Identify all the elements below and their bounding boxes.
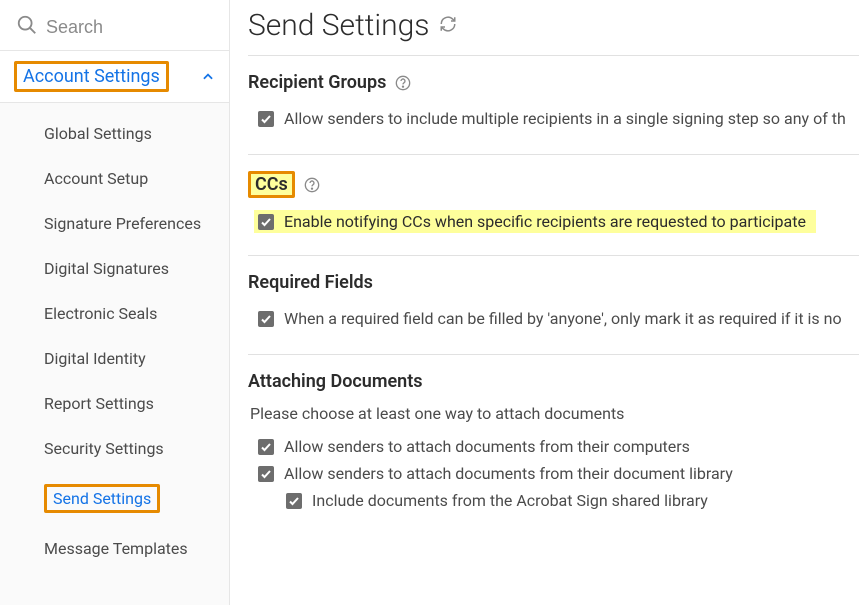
option-label: Allow senders to include multiple recipi… — [284, 109, 846, 128]
sidebar-item-report-settings[interactable]: Report Settings — [24, 381, 229, 426]
section-recipient-groups: Recipient Groups Allow senders to includ… — [248, 55, 859, 154]
sidebar-item-electronic-seals[interactable]: Electronic Seals — [24, 291, 229, 336]
option-label: Allow senders to attach documents from t… — [284, 437, 690, 456]
section-title: Recipient Groups — [248, 72, 386, 93]
section-subtext: Please choose at least one way to attach… — [248, 404, 859, 433]
refresh-icon[interactable] — [439, 15, 457, 37]
main-content: Send Settings Recipient Groups — [230, 0, 859, 605]
checkbox-icon — [286, 493, 302, 509]
sidebar-item-message-templates[interactable]: Message Templates — [24, 526, 229, 571]
chevron-up-icon — [201, 70, 215, 84]
sidebar-item-send-settings[interactable]: Send Settings — [24, 471, 229, 526]
checkbox-icon — [258, 439, 274, 455]
search-input[interactable] — [46, 17, 213, 38]
sidebar-item-label: Security Settings — [44, 439, 164, 458]
sidebar-section-label: Account Settings — [23, 66, 160, 87]
highlight-ccs-option: Enable notifying CCs when specific recip… — [248, 210, 859, 233]
sidebar-nav-list: Global Settings Account Setup Signature … — [0, 103, 229, 605]
option-allow-multiple-recipients[interactable]: Allow senders to include multiple recipi… — [248, 105, 859, 132]
sidebar-item-label: Digital Identity — [44, 349, 146, 368]
option-label: Include documents from the Acrobat Sign … — [312, 491, 708, 510]
sidebar-item-global-settings[interactable]: Global Settings — [24, 111, 229, 156]
sidebar-section-account-settings[interactable]: Account Settings — [0, 50, 229, 103]
sidebar-item-label: Message Templates — [44, 539, 188, 558]
option-label: Allow senders to attach documents from t… — [284, 464, 733, 483]
sidebar-item-account-setup[interactable]: Account Setup — [24, 156, 229, 201]
section-required-fields: Required Fields When a required field ca… — [248, 255, 859, 354]
highlight-ccs-title: CCs — [248, 171, 295, 198]
page-title: Send Settings — [248, 8, 429, 43]
option-attach-from-library[interactable]: Allow senders to attach documents from t… — [248, 460, 859, 487]
sidebar-item-security-settings[interactable]: Security Settings — [24, 426, 229, 471]
page-title-row: Send Settings — [248, 8, 859, 51]
sidebar-item-label: Signature Preferences — [44, 214, 201, 233]
section-title: Attaching Documents — [248, 371, 423, 392]
sidebar-item-label: Digital Signatures — [44, 259, 169, 278]
search-row — [0, 0, 229, 50]
section-ccs: CCs Enable notifying CCs when specific r… — [248, 154, 859, 255]
section-title: Required Fields — [248, 272, 373, 293]
checkbox-icon[interactable] — [258, 214, 274, 230]
help-icon[interactable] — [394, 74, 412, 92]
sidebar-item-label: Global Settings — [44, 124, 152, 143]
option-required-anyone[interactable]: When a required field can be filled by '… — [248, 305, 859, 332]
help-icon[interactable] — [303, 176, 321, 194]
checkbox-icon — [258, 311, 274, 327]
sidebar-item-label: Report Settings — [44, 394, 154, 413]
checkbox-icon — [258, 466, 274, 482]
sidebar-item-label: Account Setup — [44, 169, 148, 188]
section-title: CCs — [255, 174, 288, 195]
sidebar-item-label: Send Settings — [53, 489, 151, 508]
checkbox-icon — [258, 111, 274, 127]
search-icon — [16, 14, 38, 40]
option-attach-from-computer[interactable]: Allow senders to attach documents from t… — [248, 433, 859, 460]
sidebar-item-signature-preferences[interactable]: Signature Preferences — [24, 201, 229, 246]
option-label: Enable notifying CCs when specific recip… — [284, 212, 806, 231]
option-label: When a required field can be filled by '… — [284, 309, 842, 328]
sidebar: Account Settings Global Settings Account… — [0, 0, 230, 605]
sidebar-item-digital-signatures[interactable]: Digital Signatures — [24, 246, 229, 291]
option-include-shared-library[interactable]: Include documents from the Acrobat Sign … — [248, 487, 859, 514]
section-attaching-documents: Attaching Documents Please choose at lea… — [248, 354, 859, 536]
sidebar-item-label: Electronic Seals — [44, 304, 157, 323]
highlight-send-settings: Send Settings — [44, 484, 160, 513]
sidebar-item-digital-identity[interactable]: Digital Identity — [24, 336, 229, 381]
highlight-account-settings: Account Settings — [14, 61, 169, 92]
